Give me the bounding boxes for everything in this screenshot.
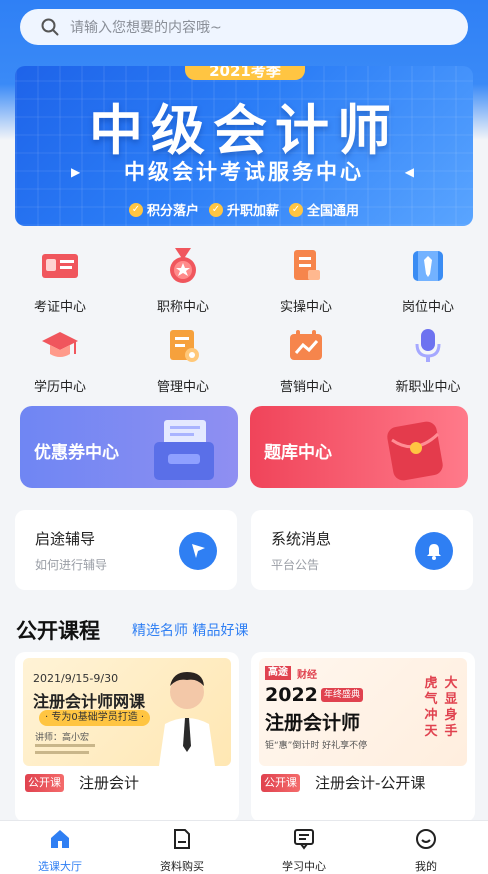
- course-card[interactable]: 高途 财经 2022 年终盛典 注册会计师 钜“惠”倒计时 好礼享不停 虎 大 …: [251, 652, 475, 822]
- flag-icon: [179, 532, 217, 570]
- course-tag: 公开课: [25, 774, 64, 792]
- grid-item-certificate[interactable]: 考证中心: [10, 246, 110, 315]
- course-title: 注册会计-公开课: [315, 774, 426, 792]
- course-side-text: 虎 大 气 显 冲 身 天 手: [424, 676, 458, 739]
- document-icon: [294, 250, 320, 280]
- brand-tag: 高途: [265, 666, 291, 680]
- course-headline: 注册会计师网课: [33, 692, 146, 711]
- grid-item-management[interactable]: 管理中心: [133, 326, 233, 395]
- tie-icon: [413, 251, 443, 281]
- bottom-tab-bar: 选课大厅 资料购买 学习中心 我的: [0, 820, 488, 874]
- chat-board-icon: [294, 829, 314, 850]
- promo-banner[interactable]: 2021考季 中级会计师 ▶ 中级会计考试服务中心 ◀ ✓ 积分落户 ✓ 升职加薪 …: [15, 66, 473, 226]
- section-title: 公开课程: [16, 619, 100, 643]
- course-headline: 注册会计师: [265, 712, 361, 734]
- coupon-box-icon: [154, 420, 214, 480]
- tab-study-center[interactable]: 学习中心: [264, 827, 344, 874]
- teacher-avatar: [159, 672, 215, 766]
- check-icon: ✓: [208, 202, 223, 217]
- document-icon: [174, 829, 190, 849]
- course-badge: 年终盛典: [321, 688, 364, 702]
- course-thumbnail: 高途 财经 2022 年终盛典 注册会计师 钜“惠”倒计时 好礼享不停 虎 大 …: [259, 658, 467, 766]
- tab-mine[interactable]: 我的: [386, 827, 466, 874]
- brand-suffix: 财经: [297, 670, 317, 681]
- tutoring-card[interactable]: 启途辅导 如何进行辅导: [15, 510, 237, 590]
- tab-materials[interactable]: 资料购买: [142, 827, 222, 874]
- red-envelope-icon: [387, 421, 443, 481]
- check-icon: ✓: [128, 202, 143, 217]
- home-icon: [51, 830, 69, 848]
- grid-item-position[interactable]: 岗位中心: [378, 246, 478, 315]
- course-ribbon: · 专为0基础学员打造 ·: [39, 710, 151, 726]
- banner-tags: ✓ 积分落户 ✓ 升职加薪 ✓ 全国通用: [15, 200, 473, 219]
- certificate-icon: [42, 254, 78, 278]
- course-tag: 公开课: [261, 774, 300, 792]
- coupon-center-card[interactable]: 优惠券中心: [20, 406, 238, 488]
- section-subtitle: 精选名师 精品好课: [132, 623, 249, 639]
- search-bar[interactable]: 请输入您想要的内容哦~: [20, 9, 468, 45]
- graduation-cap-icon: [42, 332, 78, 357]
- banner-tag: ✓ 升职加薪: [208, 200, 279, 219]
- banner-tag: ✓ 积分落户: [128, 200, 199, 219]
- grid-item-marketing[interactable]: 营销中心: [256, 326, 356, 395]
- management-icon: [170, 330, 199, 362]
- microphone-icon: [415, 329, 441, 362]
- banner-year: 2021考季: [185, 66, 305, 80]
- course-card[interactable]: 2021/9/15-9/30 注册会计师网课 · 专为0基础学员打造 · 讲师：…: [15, 652, 239, 822]
- check-icon: ✓: [289, 202, 303, 217]
- marketing-icon: [290, 330, 322, 360]
- search-placeholder: 请输入您想要的内容哦~: [70, 20, 222, 36]
- decor-line: [35, 751, 89, 754]
- tab-course-hall[interactable]: 选课大厅: [20, 827, 100, 874]
- decor-line: [35, 744, 95, 747]
- grid-item-title[interactable]: 职称中心: [133, 246, 233, 315]
- smile-icon: [416, 829, 436, 849]
- course-slogan: 钜“惠”倒计时 好礼享不停: [265, 741, 368, 751]
- banner-tag: ✓ 全国通用: [289, 200, 359, 219]
- triangle-right-icon: ▶: [71, 165, 84, 179]
- course-title: 注册会计: [79, 774, 140, 792]
- system-message-card[interactable]: 系统消息 平台公告: [251, 510, 473, 590]
- triangle-left-icon: ◀: [404, 165, 417, 179]
- course-date: 2021/9/15-9/30: [33, 672, 119, 685]
- search-icon: [41, 18, 59, 36]
- grid-item-new-career[interactable]: 新职业中心: [378, 326, 478, 395]
- question-bank-card[interactable]: 题库中心: [250, 406, 468, 488]
- grid-item-education[interactable]: 学历中心: [10, 326, 110, 395]
- medal-icon: [170, 248, 196, 283]
- course-thumbnail: 2021/9/15-9/30 注册会计师网课 · 专为0基础学员打造 · 讲师：…: [23, 658, 231, 766]
- bell-icon: [415, 532, 453, 570]
- banner-subtitle-box: ▶ 中级会计考试服务中心 ◀: [71, 156, 417, 188]
- grid-item-practice[interactable]: 实操中心: [256, 246, 356, 315]
- banner-title: 中级会计师: [89, 99, 399, 162]
- course-year: 2022: [265, 684, 318, 706]
- course-teacher: 讲师：高小宏: [35, 733, 90, 743]
- banner-subtitle: 中级会计考试服务中心: [124, 160, 364, 184]
